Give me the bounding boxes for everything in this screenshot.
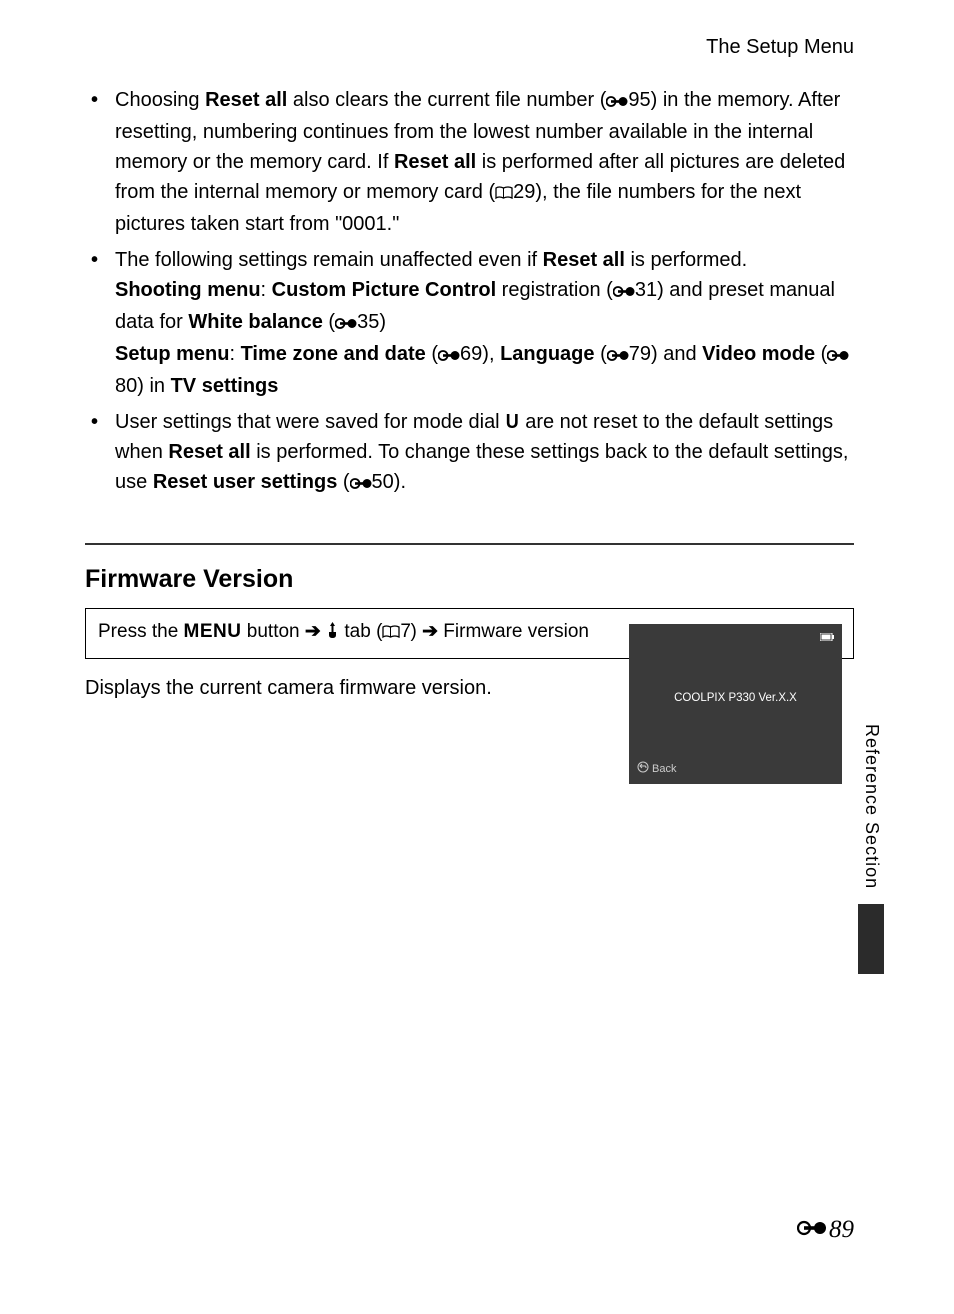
bold-term: Setup menu — [115, 343, 229, 365]
bullet-item: The following settings remain unaffected… — [85, 245, 854, 401]
body-text: 79) and — [629, 343, 702, 365]
back-label: Back — [652, 763, 676, 775]
reel-icon — [335, 309, 357, 339]
reel-icon — [350, 469, 372, 499]
bullet-item: User settings that were saved for mode d… — [85, 407, 854, 499]
body-text: : — [229, 343, 240, 365]
side-tab-label: Reference Section — [861, 724, 882, 889]
back-indicator: Back — [637, 761, 676, 776]
body-text: ( — [337, 471, 349, 493]
body-text: ( — [426, 343, 438, 365]
mode-dial-symbol: U — [506, 407, 519, 437]
body-text: Choosing — [115, 89, 205, 111]
main-content: Choosing Reset all also clears the curre… — [85, 85, 854, 703]
arrow-icon: ➔ — [422, 619, 438, 646]
bold-term: Shooting menu — [115, 279, 261, 301]
book-icon — [495, 179, 513, 209]
battery-icon — [820, 632, 834, 644]
bold-term: Reset all — [394, 151, 476, 173]
bold-term: Language — [500, 343, 594, 365]
side-tab-marker — [858, 904, 884, 974]
wrench-icon — [326, 620, 339, 647]
page-number: 89 — [797, 1216, 854, 1244]
back-icon — [637, 761, 649, 776]
body-text: is performed. — [625, 249, 747, 271]
bold-term: Reset all — [543, 249, 625, 271]
body-text: 69), — [460, 343, 500, 365]
nav-text: button — [242, 621, 305, 642]
body-text: 80) in — [115, 375, 171, 397]
body-text: ( — [323, 311, 335, 333]
nav-text: tab ( — [339, 621, 382, 642]
reel-icon — [827, 341, 849, 371]
body-text: ( — [595, 343, 607, 365]
body-text: ( — [815, 343, 827, 365]
section-divider — [85, 543, 854, 545]
reel-icon — [797, 1216, 827, 1244]
bullet-list: Choosing Reset all also clears the curre… — [85, 85, 854, 499]
book-icon — [382, 621, 400, 648]
camera-lcd-preview: COOLPIX P330 Ver.X.X Back — [629, 624, 842, 784]
section-title: Firmware Version — [85, 565, 854, 594]
bold-term: Reset user settings — [153, 471, 338, 493]
body-text: also clears the current file number ( — [287, 89, 606, 111]
bold-term: TV settings — [171, 375, 279, 397]
firmware-version-text: COOLPIX P330 Ver.X.X — [629, 692, 842, 704]
nav-text: ) — [410, 621, 422, 642]
body-text: 50). — [372, 471, 406, 493]
nav-target: Firmware version — [438, 621, 589, 642]
document-page: The Setup Menu Choosing Reset all also c… — [0, 0, 954, 1314]
header-section-title: The Setup Menu — [706, 36, 854, 59]
bold-term: Reset all — [168, 441, 250, 463]
bold-term: Reset all — [205, 89, 287, 111]
body-text: User settings that were saved for mode d… — [115, 411, 505, 433]
arrow-icon: ➔ — [305, 619, 321, 646]
reel-icon — [613, 277, 635, 307]
nav-ref-number: 7 — [400, 621, 410, 642]
page-number-text: 89 — [829, 1216, 854, 1244]
bold-term: Custom Picture Control — [272, 279, 496, 301]
bullet-item: Choosing Reset all also clears the curre… — [85, 85, 854, 239]
body-text: : — [261, 279, 272, 301]
body-text: 35) — [357, 311, 386, 333]
body-text: registration ( — [496, 279, 613, 301]
bold-term: Video mode — [702, 343, 815, 365]
body-text: The following settings remain unaffected… — [115, 249, 543, 271]
menu-button-label: MENU — [184, 621, 242, 642]
reel-icon — [607, 341, 629, 371]
nav-text: Press the — [98, 621, 184, 642]
bold-term: Time zone and date — [241, 343, 426, 365]
reel-icon — [438, 341, 460, 371]
reel-icon — [606, 87, 628, 117]
bold-term: White balance — [188, 311, 322, 333]
